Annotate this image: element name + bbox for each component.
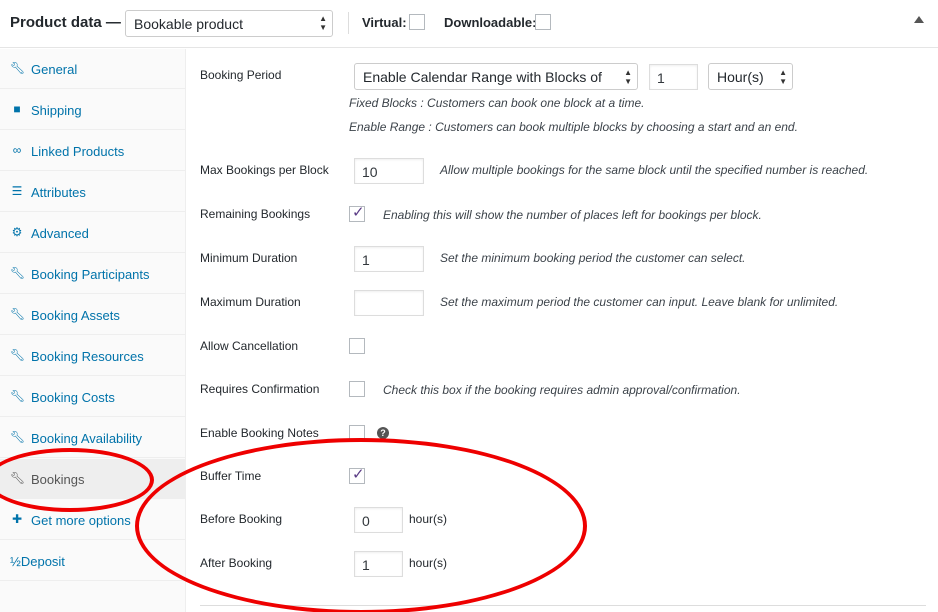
wrench-icon: 🔧︎ (10, 348, 26, 362)
virtual-checkbox[interactable] (409, 14, 425, 30)
min-duration-desc: Set the minimum booking period the custo… (440, 251, 746, 265)
product-data-header: Product data — Bookable product ▲ ▼ Virtu… (0, 0, 938, 48)
tab-booking-participants[interactable]: 🔧︎ Booking Participants (0, 254, 186, 294)
after-booking-label: After Booking (200, 556, 273, 570)
tab-label: Booking Participants (31, 267, 150, 282)
tab-deposit[interactable]: ½Deposit (0, 541, 186, 581)
select-arrows-icon: ▲ ▼ (319, 14, 327, 32)
requires-confirmation-desc: Check this box if the booking requires a… (383, 383, 741, 397)
header-divider (348, 12, 349, 34)
downloadable-checkbox[interactable] (535, 14, 551, 30)
booking-notes-label: Enable Booking Notes (200, 426, 319, 440)
buffer-time-label: Buffer Time (200, 469, 262, 483)
wrench-icon: 🔧︎ (10, 307, 26, 321)
remaining-bookings-label: Remaining Bookings (200, 207, 311, 221)
tab-general[interactable]: 🔧︎ General (0, 49, 186, 89)
remaining-bookings-desc: Enabling this will show the number of pl… (383, 208, 762, 222)
tab-booking-costs[interactable]: 🔧︎ Booking Costs (0, 377, 186, 417)
product-data-title: Product data — (10, 14, 121, 31)
booking-period-desc-range: Enable Range : Customers can book multip… (349, 120, 798, 134)
after-booking-input[interactable]: 1 (354, 551, 403, 577)
tab-label: Advanced (31, 226, 89, 241)
list-icon: ☰ (11, 184, 23, 198)
gear-icon: ⚙ (11, 225, 23, 239)
select-arrows-icon: ▲ ▼ (779, 68, 787, 86)
min-duration-input[interactable]: 1 (354, 246, 424, 272)
wrench-icon: 🔧︎ (10, 389, 26, 403)
wrench-icon: 🔧︎ (10, 266, 26, 280)
tab-get-more-options[interactable]: ✚ Get more options (0, 500, 186, 540)
booking-period-type-select[interactable]: Enable Calendar Range with Blocks of ▲ ▼ (354, 63, 638, 90)
tab-booking-availability[interactable]: 🔧︎ Booking Availability (0, 418, 186, 458)
allow-cancellation-checkbox[interactable] (349, 338, 365, 354)
product-data-tabs: 🔧︎ General ■ Shipping ∞ Linked Products … (0, 49, 186, 612)
booking-period-type-value: Enable Calendar Range with Blocks of (363, 69, 602, 85)
select-arrows-icon: ▲ ▼ (624, 68, 632, 86)
tab-label: Booking Costs (31, 390, 115, 405)
tab-shipping[interactable]: ■ Shipping (0, 90, 186, 130)
max-bookings-desc: Allow multiple bookings for the same blo… (440, 163, 869, 177)
wrench-icon: 🔧︎ (10, 471, 26, 485)
booking-block-input[interactable]: 1 (649, 64, 698, 90)
booking-unit-select[interactable]: Hour(s) ▲ ▼ (708, 63, 793, 90)
before-booking-unit: hour(s) (409, 512, 448, 526)
tab-label: Booking Availability (31, 431, 143, 446)
tab-label: ½Deposit (10, 554, 65, 569)
buffer-time-checkbox[interactable]: ✓ (349, 466, 365, 484)
tab-advanced[interactable]: ⚙ Advanced (0, 213, 186, 253)
panel-bottom-divider (200, 605, 926, 606)
collapse-arrow-icon[interactable] (914, 16, 924, 23)
plus-icon: ✚ (11, 512, 23, 526)
before-booking-label: Before Booking (200, 512, 283, 526)
product-type-select[interactable]: Bookable product ▲ ▼ (125, 10, 333, 37)
checkmark-icon: ✓ (352, 466, 365, 483)
before-booking-input[interactable]: 0 (354, 507, 403, 533)
truck-icon: ■ (13, 102, 21, 116)
downloadable-label: Downloadable: (444, 15, 537, 30)
max-duration-label: Maximum Duration (200, 295, 301, 309)
tab-label: Get more options (31, 513, 131, 528)
tab-bookings[interactable]: 🔧︎ Bookings (0, 459, 186, 499)
tab-label: Linked Products (31, 144, 125, 159)
remaining-bookings-checkbox[interactable]: ✓ (349, 204, 365, 222)
booking-notes-checkbox[interactable] (349, 425, 365, 441)
tab-booking-assets[interactable]: 🔧︎ Booking Assets (0, 295, 186, 335)
tab-label: General (31, 62, 78, 77)
checkmark-icon: ✓ (352, 204, 365, 221)
product-type-value: Bookable product (134, 16, 243, 32)
max-bookings-label: Max Bookings per Block (200, 163, 329, 177)
tab-label: Attributes (31, 185, 86, 200)
requires-confirmation-checkbox[interactable] (349, 381, 365, 397)
wrench-icon: 🔧︎ (10, 430, 26, 444)
booking-period-label: Booking Period (200, 68, 282, 82)
tab-linked-products[interactable]: ∞ Linked Products (0, 131, 186, 171)
max-duration-input[interactable] (354, 290, 424, 316)
link-icon: ∞ (12, 143, 22, 157)
booking-period-desc-fixed: Fixed Blocks : Customers can book one bl… (349, 96, 645, 110)
tab-label: Booking Assets (31, 308, 120, 323)
tab-label: Bookings (31, 472, 85, 487)
tab-booking-resources[interactable]: 🔧︎ Booking Resources (0, 336, 186, 376)
wrench-icon: 🔧︎ (10, 61, 26, 75)
min-duration-label: Minimum Duration (200, 251, 298, 265)
help-icon[interactable]: ? (377, 427, 389, 439)
requires-confirmation-label: Requires Confirmation (200, 382, 320, 396)
virtual-label: Virtual: (362, 15, 407, 30)
tab-label: Shipping (31, 103, 82, 118)
max-bookings-input[interactable]: 10 (354, 158, 424, 184)
after-booking-unit: hour(s) (409, 556, 448, 570)
max-duration-desc: Set the maximum period the customer can … (440, 295, 839, 309)
allow-cancellation-label: Allow Cancellation (200, 339, 299, 353)
tab-label: Booking Resources (31, 349, 144, 364)
tab-attributes[interactable]: ☰ Attributes (0, 172, 186, 212)
booking-unit-value: Hour(s) (717, 69, 764, 85)
